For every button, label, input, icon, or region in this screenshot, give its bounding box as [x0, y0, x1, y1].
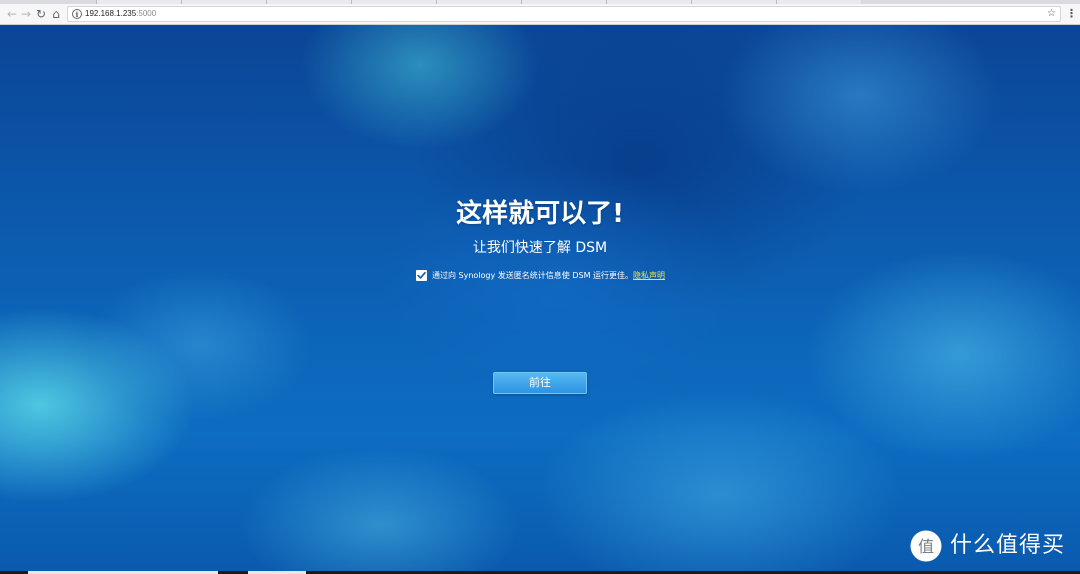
url-port: :5000	[136, 9, 157, 18]
reload-icon: ↻	[35, 7, 47, 21]
reload-button[interactable]: ↻	[33, 6, 49, 22]
checkmark-icon	[417, 271, 426, 279]
home-icon: ⌂	[52, 7, 60, 21]
go-button[interactable]: 前往	[493, 372, 587, 394]
kebab-menu-icon: ⋮	[1066, 7, 1077, 20]
privacy-statement-link[interactable]: 隐私声明	[633, 271, 665, 280]
dsm-welcome-page	[0, 25, 1080, 572]
watermark-logo-icon: 值	[910, 530, 942, 562]
address-bar[interactable]: i 192.168.1.235:5000 ☆	[67, 6, 1061, 22]
browser-toolbar: ← → ↻ ⌂ i 192.168.1.235:5000 ☆ ⋮	[0, 4, 1080, 25]
forward-button[interactable]: →	[18, 6, 34, 22]
address-bar-url[interactable]: 192.168.1.235:5000	[85, 8, 156, 20]
page-subtitle: 让我们快速了解 DSM	[472, 240, 608, 256]
watermark-text: 什么值得买	[950, 533, 1066, 558]
watermark-logo-glyph: 值	[918, 537, 934, 556]
star-icon: ☆	[1047, 8, 1056, 19]
arrow-right-icon: →	[20, 7, 32, 21]
url-host: 192.168.1.235	[85, 9, 137, 18]
consent-label: 通过向 Synology 发送匿名统计信息使 DSM 运行更佳。	[432, 271, 634, 280]
browser-menu-button[interactable]: ⋮	[1066, 7, 1077, 21]
consent-text-wrapper: 通过向 Synology 发送匿名统计信息使 DSM 运行更佳。隐私声明	[432, 270, 665, 282]
home-button[interactable]: ⌂	[48, 6, 64, 22]
site-info-icon[interactable]: i	[72, 9, 82, 19]
bookmark-star-button[interactable]: ☆	[1047, 7, 1056, 21]
page-title: 这样就可以了!	[456, 199, 624, 229]
consent-checkbox[interactable]	[416, 270, 427, 281]
arrow-left-icon: ←	[6, 7, 18, 21]
